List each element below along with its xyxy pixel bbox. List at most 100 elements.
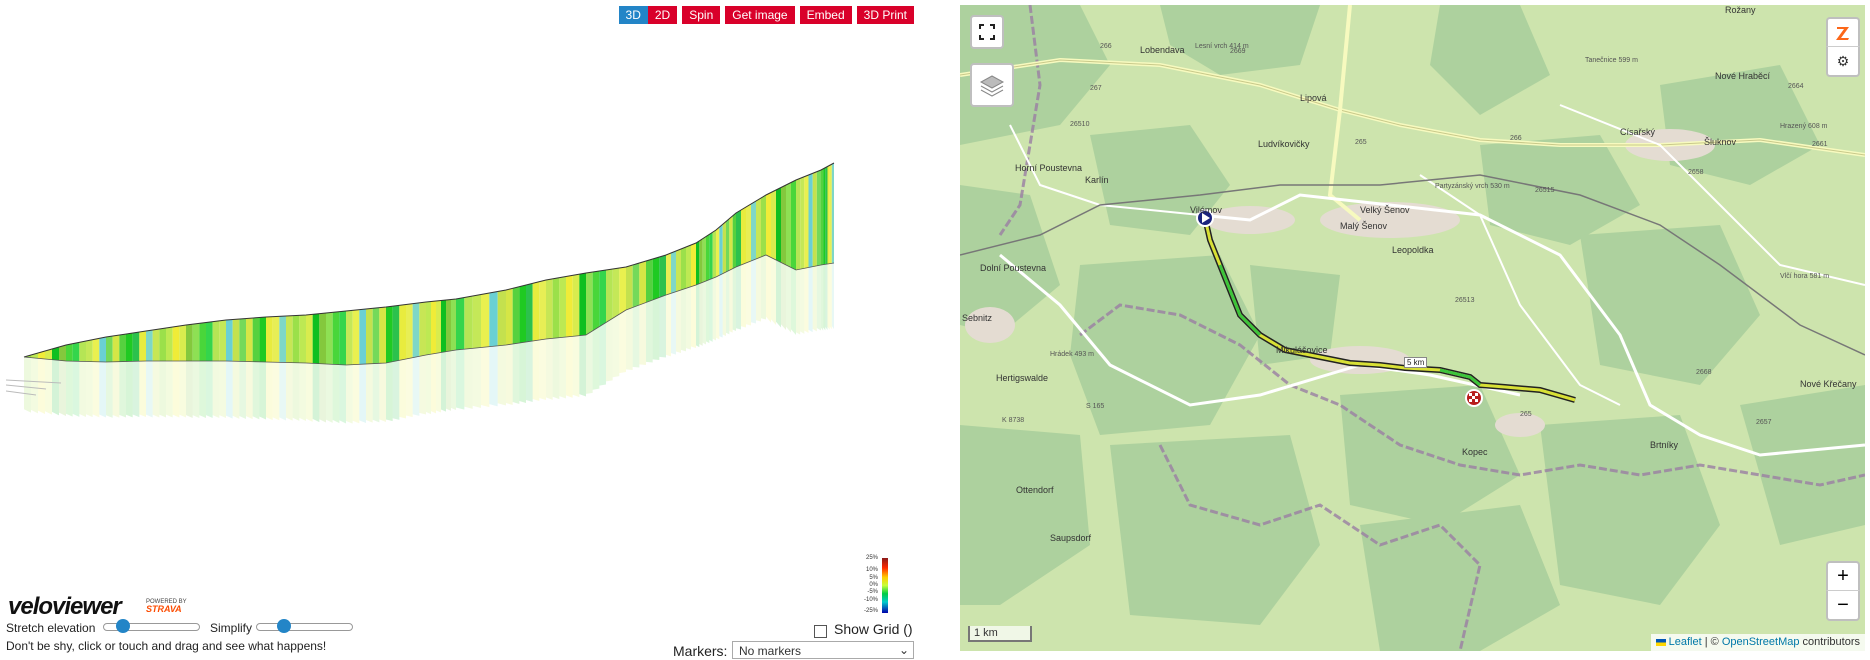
map-settings-button[interactable]: ⚙ — [1826, 47, 1860, 77]
profile-reflection — [451, 350, 456, 410]
profile-segment — [681, 247, 686, 290]
profile-reflection — [346, 364, 353, 424]
profile-reflection — [339, 364, 346, 424]
profile-reflection — [766, 255, 771, 323]
layers-button[interactable] — [970, 63, 1014, 107]
profile-reflection — [829, 263, 832, 330]
profile-reflection — [146, 361, 153, 418]
profile-reflection — [112, 361, 120, 418]
town-label: Císařský — [1620, 127, 1656, 137]
elevation-profile-3d[interactable] — [6, 5, 914, 625]
profile-segment — [539, 280, 546, 340]
profile-segment — [359, 309, 366, 365]
profile-reflection — [729, 268, 733, 333]
road-number: 26513 — [1455, 297, 1475, 304]
markers-select[interactable]: No markers ⌄ — [732, 641, 914, 659]
legend-label-10: 10% — [865, 567, 878, 573]
profile-reflection — [756, 257, 761, 322]
profile-reflection — [279, 362, 286, 421]
profile-segment — [804, 175, 809, 269]
profile-reflection — [676, 290, 681, 353]
profile-segment — [771, 190, 776, 260]
town-label: Šluknov — [1704, 137, 1737, 147]
profile-reflection — [671, 291, 676, 355]
town-label: Hertigswalde — [996, 373, 1049, 383]
stretch-elevation-label: Stretch elevation — [6, 621, 96, 635]
profile-segment — [546, 278, 553, 339]
profile-segment — [166, 327, 173, 361]
profile-reflection — [372, 363, 380, 423]
scale-bar: 1 km — [968, 626, 1032, 642]
osm-link[interactable]: OpenStreetMap — [1722, 636, 1800, 648]
profile-segment — [346, 310, 353, 365]
profile-segment — [823, 167, 826, 265]
embed-button[interactable]: Embed — [799, 6, 852, 24]
simplify-slider-knob[interactable] — [277, 619, 291, 633]
fullscreen-button[interactable] — [970, 15, 1004, 49]
stretch-slider-knob[interactable] — [116, 619, 130, 633]
profile-segment — [676, 249, 681, 292]
profile-reflection — [52, 359, 59, 416]
profile-reflection — [152, 361, 160, 418]
profile-segment — [506, 288, 513, 345]
map-tiles[interactable] — [960, 5, 1865, 651]
profile-reflection — [172, 361, 180, 418]
spin-button[interactable]: Spin — [682, 6, 721, 24]
route-map[interactable]: Lobendava Lipová Horní Poustevna Karlín … — [960, 5, 1865, 651]
profile-reflection — [586, 330, 593, 394]
profile-segment — [566, 275, 573, 337]
chevron-down-icon: ⌄ — [898, 643, 909, 657]
profile-reflection — [72, 361, 80, 417]
elevation-profile-panel[interactable]: 3D 2D Spin Get image Embed 3D Print velo… — [6, 5, 914, 659]
profile-reflection — [579, 335, 586, 397]
profile-reflection — [716, 275, 720, 340]
zwift-export-button[interactable] — [1826, 17, 1860, 47]
legend-label-0: 0% — [869, 582, 878, 588]
profile-reflection — [532, 340, 540, 401]
profile-segment — [299, 315, 306, 363]
z-logo-icon — [1836, 26, 1849, 40]
peak-label: Partyzánský vrch 530 m — [1435, 183, 1510, 190]
profile-segment — [526, 283, 533, 342]
peak-label: Hrazený 608 m — [1780, 123, 1828, 130]
profile-segment — [702, 236, 706, 283]
town-label: Dolní Poustevna — [980, 263, 1047, 273]
3d-view-button[interactable]: 3D — [618, 6, 648, 24]
profile-reflection — [771, 257, 776, 325]
profile-segment — [226, 319, 233, 362]
town-label: Lobendava — [1140, 45, 1185, 55]
profile-reflection — [691, 285, 696, 348]
profile-reflection — [332, 364, 340, 424]
road-number: 2657 — [1756, 419, 1772, 426]
simplify-label: Simplify — [210, 621, 253, 635]
profile-segment — [808, 173, 813, 268]
profile-segment — [79, 341, 86, 362]
get-image-button[interactable]: Get image — [725, 6, 795, 24]
profile-reflection — [456, 349, 465, 410]
show-grid-checkbox[interactable] — [814, 625, 827, 638]
profile-segment — [781, 185, 786, 265]
road-number: 267 — [1090, 85, 1102, 92]
simplify-slider[interactable] — [256, 619, 353, 633]
profile-segment — [232, 319, 240, 362]
road-number: 2661 — [1812, 141, 1828, 148]
zoom-in-button[interactable]: + — [1826, 561, 1860, 591]
2d-view-button[interactable]: 2D — [647, 6, 678, 24]
profile-segment — [59, 345, 66, 361]
3d-print-button[interactable]: 3D Print — [856, 6, 914, 24]
leaflet-link[interactable]: Leaflet — [1669, 636, 1702, 648]
profile-segment — [726, 218, 730, 272]
profile-segment — [791, 180, 796, 270]
view-mode-group: 3D 2D — [618, 6, 678, 24]
stretch-elevation-slider[interactable] — [103, 619, 200, 633]
profile-segment — [821, 168, 824, 265]
profile-segment — [441, 300, 446, 353]
zoom-out-button[interactable]: − — [1826, 591, 1860, 621]
town-label: Vilémov — [1190, 205, 1222, 215]
profile-reflection — [312, 363, 320, 423]
profile-reflection — [709, 278, 713, 342]
profile-reflection — [808, 266, 813, 333]
profile-reflection — [192, 361, 200, 418]
road-number: 26515 — [1535, 187, 1555, 194]
profile-reflection — [800, 268, 805, 334]
